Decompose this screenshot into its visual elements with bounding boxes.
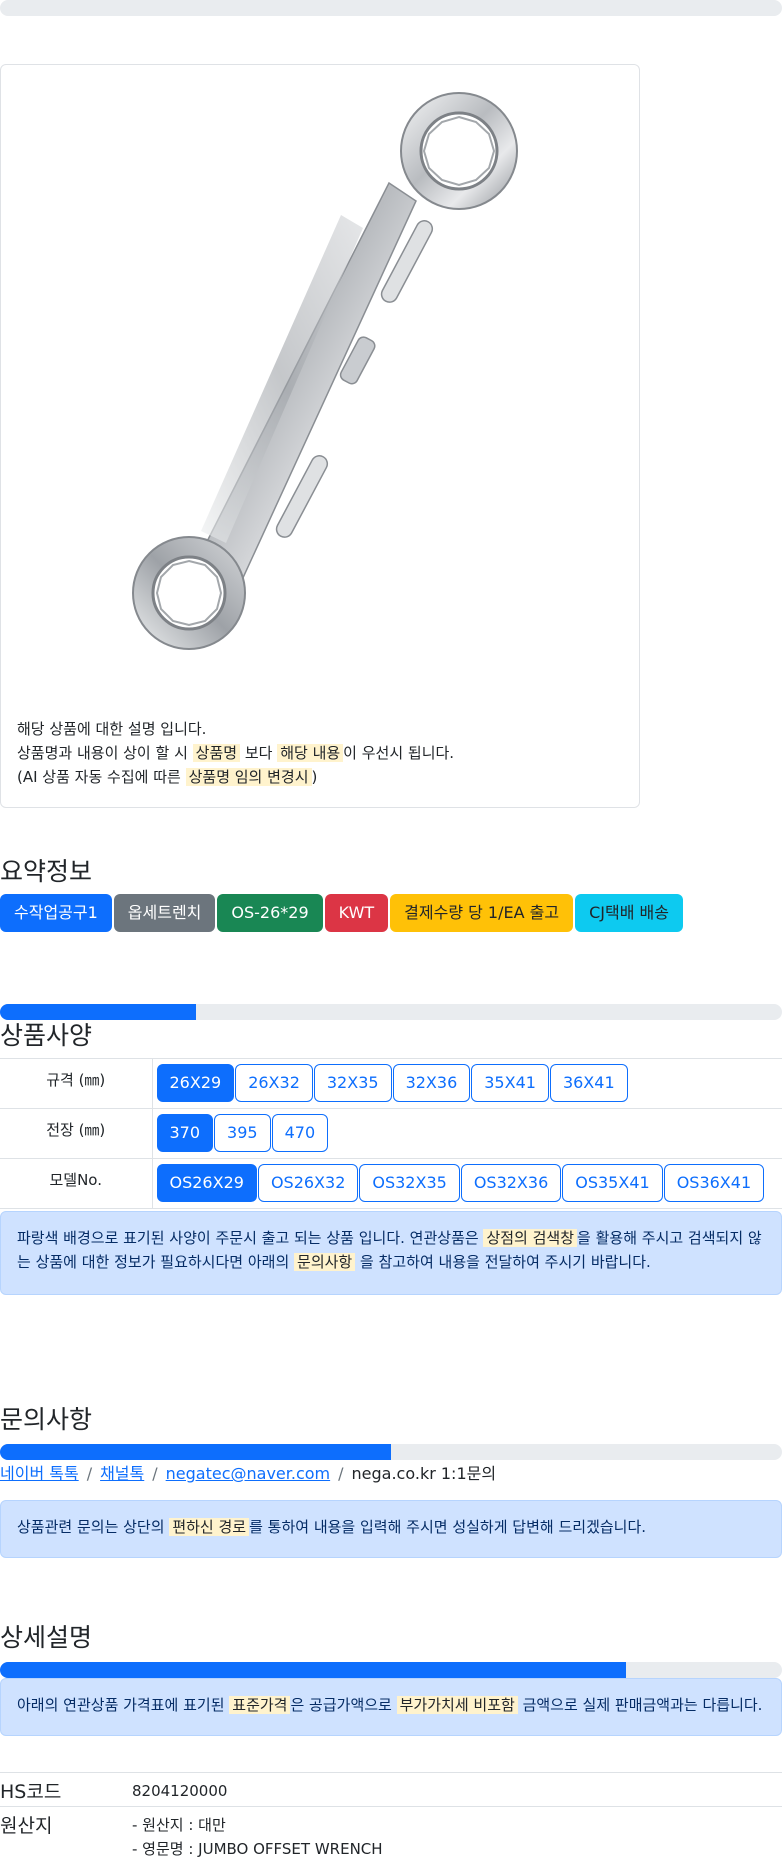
badge-shipping: CJ택배 배송 [575,894,683,932]
option-os32x36[interactable]: OS32X36 [460,1164,562,1202]
badge-quantity: 결제수량 당 1/EA 출고 [390,894,574,932]
option-os26x32[interactable]: OS26X32 [257,1164,359,1202]
desc-line-3: (AI 상품 자동 수집에 따른 상품명 임의 변경시) [17,765,454,789]
spec-label: 모델No. [0,1158,153,1209]
inquiry-heading: 문의사항 [0,1405,93,1434]
specs-notice: 파랑색 배경으로 표기된 사양이 주문시 출고 되는 상품 입니다. 연관상품은… [0,1211,782,1295]
badge-model: OS-26*29 [217,894,323,932]
detail-progress-fill [0,1662,626,1678]
notice-text: 은 공급가액으로 [290,1696,397,1714]
summary-heading: 요약정보 [0,857,93,886]
notice-text: 를 통하여 내용을 입력해 주시면 성실하게 답변해 드리겠습니다. [249,1518,647,1536]
breadcrumb-separator: / [338,1464,344,1483]
spec-row-size: 규격 (㎜) 26X29 26X32 32X35 32X36 35X41 36X… [0,1058,782,1109]
option-os26x29[interactable]: OS26X29 [156,1164,257,1202]
desc-text: 보다 [240,744,278,762]
breadcrumb-separator: / [86,1464,93,1483]
desc-text: ) [311,768,318,786]
option-370[interactable]: 370 [156,1114,214,1152]
option-32x35[interactable]: 32X35 [313,1064,392,1102]
notice-text: 을 참고하여 내용을 전달하여 주시기 바랍니다. [355,1253,651,1271]
info-row-origin: 원산지 - 원산지 : 대만 - 영문명 : JUMBO OFFSET WREN… [0,1806,782,1859]
inquiry-progress-bar [0,1444,782,1460]
product-card: 해당 상품에 대한 설명 입니다. 상품명과 내용이 상이 할 시 상품명 보다… [0,64,640,808]
highlight: 상품명 [192,744,241,762]
detail-notice: 아래의 연관상품 가격표에 표기된 표준가격 은 공급가액으로 부가가치세 비포함… [0,1678,782,1736]
detail-heading: 상세설명 [0,1623,93,1652]
highlight: 상점의 검색창 [483,1229,578,1247]
info-label: 원산지 [0,1806,132,1859]
english-name-line: - 영문명 : JUMBO OFFSET WRENCH [132,1840,383,1858]
specs-heading: 상품사양 [0,1021,93,1050]
email-link[interactable]: negatec@naver.com [166,1464,330,1483]
length-options: 370 395 470 [156,1114,782,1152]
desc-text: (AI 상품 자동 수집에 따른 [17,768,186,786]
desc-text: 이 우선시 됩니다. [343,744,455,762]
detail-progress-bar [0,1662,782,1678]
info-table: HS코드 8204120000 원산지 - 원산지 : 대만 - 영문명 : J… [0,1772,782,1859]
option-35x41[interactable]: 35X41 [471,1064,549,1102]
desc-text: 상품명과 내용이 상이 할 시 [17,744,193,762]
spec-row-model: 모델No. OS26X29 OS26X32 OS32X35 OS32X36 OS… [0,1158,782,1209]
option-os32x35[interactable]: OS32X35 [359,1164,460,1202]
highlight: 해당 내용 [277,744,344,762]
spec-label: 전장 (㎜) [0,1108,153,1159]
channel-talk-link[interactable]: 채널톡 [100,1464,144,1483]
top-progress-bar [0,0,782,16]
wrench-image [132,92,518,650]
option-26x32[interactable]: 26X32 [235,1064,313,1102]
notice-text: 파랑색 배경으로 표기된 사양이 주문시 출고 되는 상품 입니다. 연관상품은 [17,1229,484,1247]
option-470[interactable]: 470 [271,1114,329,1152]
highlight: 표준가격 [229,1696,291,1714]
option-395[interactable]: 395 [214,1114,271,1152]
info-label: HS코드 [0,1772,132,1807]
desc-line-1: 해당 상품에 대한 설명 입니다. [17,720,207,738]
badge-brand: KWT [324,894,389,932]
info-value: 8204120000 [132,1772,782,1807]
spec-row-length: 전장 (㎜) 370 395 470 [0,1108,782,1159]
option-26x29[interactable]: 26X29 [156,1064,235,1102]
spec-table: 규격 (㎜) 26X29 26X32 32X35 32X36 35X41 36X… [0,1058,782,1209]
badge-category: 수작업공구1 [0,894,112,932]
highlight: 상품명 임의 변경시 [185,768,312,786]
inquiry-links: 네이버 톡톡 / 채널톡 / negatec@naver.com / nega.co.kr … [0,1460,496,1484]
option-os35x41[interactable]: OS35X41 [562,1164,663,1202]
desc-line-2: 상품명과 내용이 상이 할 시 상품명 보다 해당 내용 이 우선시 됩니다. [17,741,454,765]
site-inquiry-text: nega.co.kr 1:1문의 [351,1464,497,1483]
notice-text: 금액으로 실제 판매금액과는 다릅니다. [517,1696,763,1714]
summary-badges: 수작업공구1 옵세트렌치 OS-26*29 KWT 결제수량 당 1/EA 출고… [0,894,683,932]
specs-progress-bar [0,1004,782,1020]
inquiry-notice: 상품관련 문의는 상단의 편하신 경로 를 통하여 내용을 입력해 주시면 성실하… [0,1500,782,1558]
notice-text: 아래의 연관상품 가격표에 표기된 [17,1696,230,1714]
naver-talk-link[interactable]: 네이버 톡톡 [0,1464,79,1483]
highlight: 문의사항 [294,1253,356,1271]
option-32x36[interactable]: 32X36 [392,1064,471,1102]
badge-type: 옵세트렌치 [113,894,216,932]
option-os36x41[interactable]: OS36X41 [663,1164,765,1202]
option-36x41[interactable]: 36X41 [549,1064,628,1102]
spec-label: 규격 (㎜) [0,1058,153,1109]
notice-text: 상품관련 문의는 상단의 [17,1518,170,1536]
highlight: 부가가치세 비포함 [396,1696,518,1714]
size-options: 26X29 26X32 32X35 32X36 35X41 36X41 [156,1064,782,1102]
breadcrumb-separator: / [152,1464,158,1483]
inquiry-progress-fill [0,1444,391,1460]
model-options: OS26X29 OS26X32 OS32X35 OS32X36 OS35X41 … [156,1164,782,1202]
info-row-hs: HS코드 8204120000 [0,1772,782,1807]
origin-line: - 원산지 : 대만 [132,1816,226,1834]
card-description: 해당 상품에 대한 설명 입니다. 상품명과 내용이 상이 할 시 상품명 보다… [17,717,454,789]
highlight: 편하신 경로 [169,1518,250,1536]
